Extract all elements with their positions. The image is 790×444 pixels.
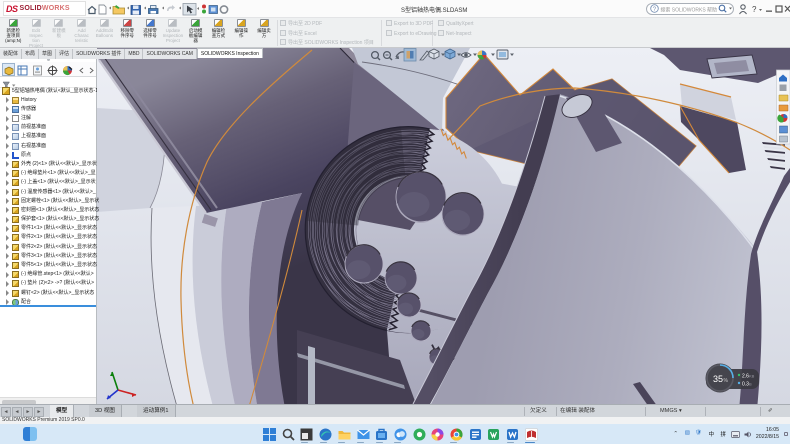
svg-text:35: 35: [713, 374, 723, 384]
svg-text:%: %: [724, 378, 729, 384]
svg-text:?: ?: [752, 5, 757, 14]
